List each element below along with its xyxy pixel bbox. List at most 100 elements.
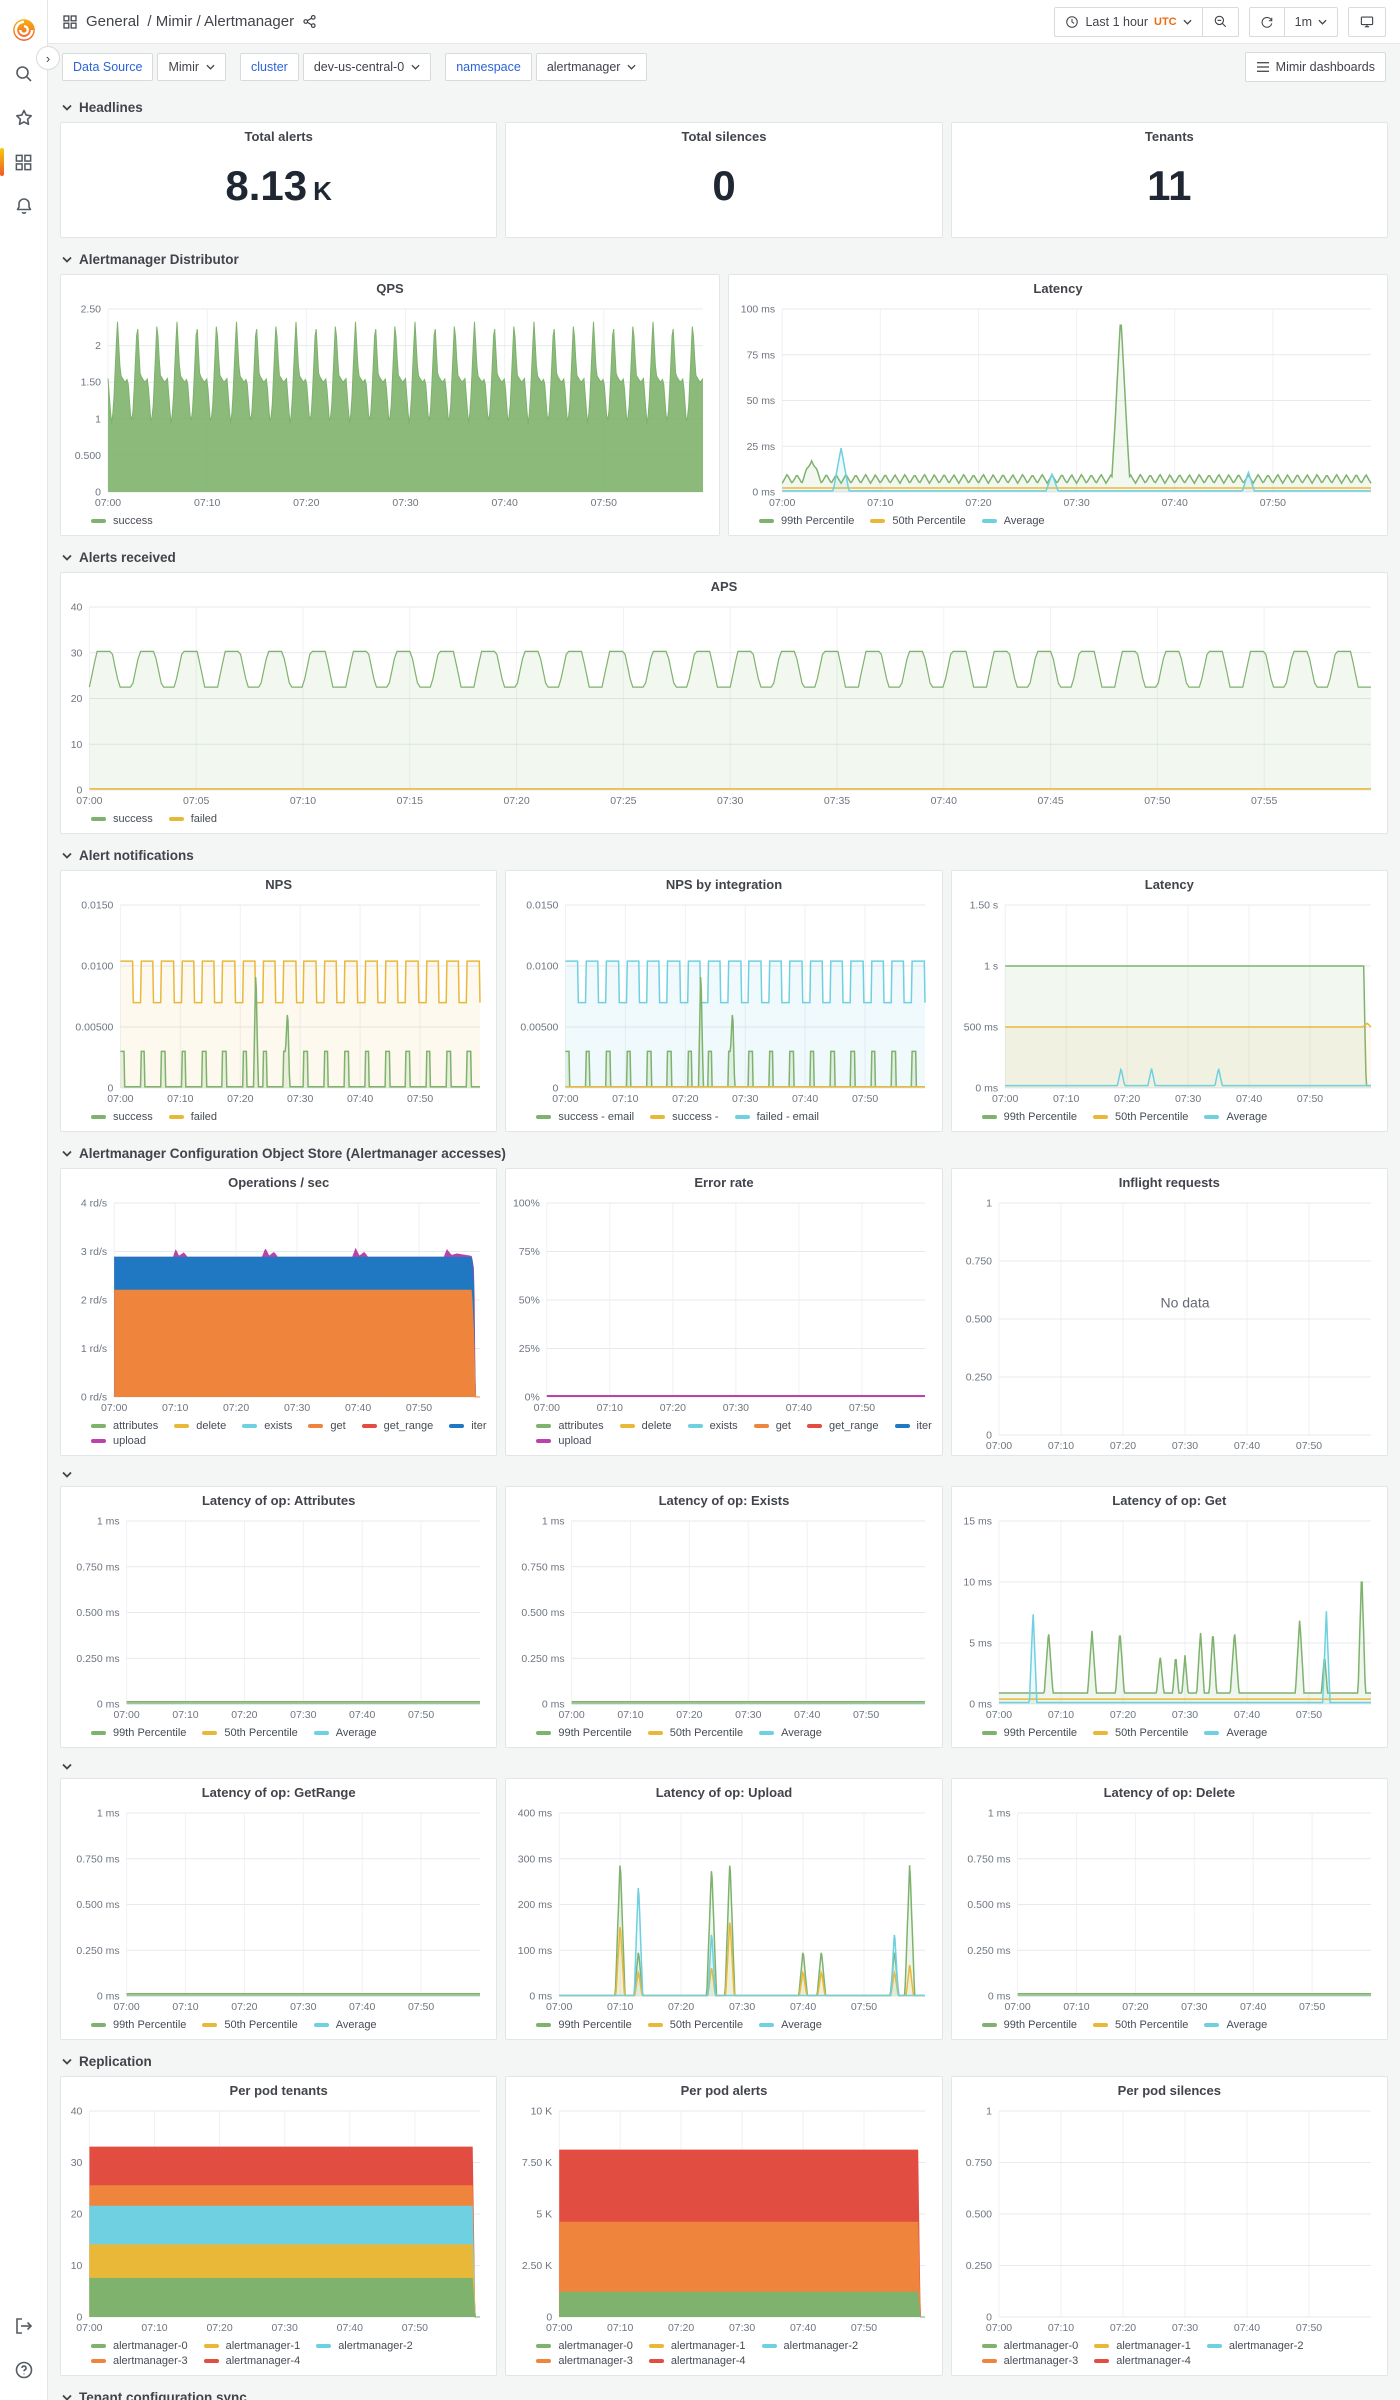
breadcrumb-section[interactable]: General (86, 13, 139, 30)
qps-chart[interactable]: 0 0.500 1 1.50 2 2.50 07:00 07:10 07:20 07:30 07:4… (63, 301, 711, 512)
nps-chart[interactable]: 0 0.00500 0.0100 0.0150 07:00 07:10 07:20 07:30… (63, 897, 488, 1108)
latency-op-attributes-chart[interactable]: 0 ms 0.250 ms 0.500 ms 0.750 ms 1 ms 07:00 07:… (63, 1513, 488, 1724)
nps-by-integration-chart[interactable]: 0 0.00500 0.0100 0.0150 07:00 07:10 07:20 07:30… (508, 897, 933, 1108)
section-header-untitled[interactable] (62, 1464, 1388, 1484)
panel-title[interactable]: Inflight requests (952, 1169, 1387, 1195)
panel-title[interactable]: Latency of op: Delete (952, 1779, 1387, 1805)
legend-item[interactable]: delete (619, 1420, 672, 1432)
legend-item[interactable]: get (308, 1420, 346, 1432)
legend-item[interactable]: alertmanager-4 (648, 2355, 746, 2367)
sign-out-icon[interactable] (4, 2304, 44, 2348)
help-icon[interactable] (4, 2348, 44, 2392)
legend-item[interactable]: 99th Percentile (759, 515, 854, 527)
legend-item[interactable]: upload (91, 1435, 146, 1447)
legend-item[interactable]: attributes (536, 1420, 604, 1432)
legend-item[interactable]: alertmanager-1 (1094, 2340, 1191, 2352)
star-icon[interactable] (4, 96, 44, 140)
legend-item[interactable]: 99th Percentile (536, 2019, 632, 2031)
legend-item[interactable]: get_range (806, 1420, 879, 1432)
legend-item[interactable]: 99th Percentile (981, 1727, 1077, 1739)
ops-per-sec-chart[interactable]: 0 rd/s 1 rd/s 2 rd/s 3 rd/s 4 rd/s 07:00 07:10… (63, 1195, 488, 1417)
legend-item[interactable]: alertmanager-2 (761, 2340, 858, 2352)
section-header-untitled[interactable] (62, 1756, 1388, 1776)
panel-title[interactable]: Per pod alerts (506, 2077, 941, 2103)
legend-item[interactable]: 99th Percentile (91, 1727, 186, 1739)
share-icon[interactable] (302, 14, 317, 29)
panel-title[interactable]: Latency of op: Get (952, 1487, 1387, 1513)
panel-title[interactable]: NPS (61, 871, 496, 897)
legend-item[interactable]: 50th Percentile (1093, 1111, 1188, 1123)
aps-chart[interactable]: 0 10 20 30 40 07:00 07:05 07:10 07:15 07:20 07:25 0… (63, 599, 1379, 810)
latency-op-upload-chart[interactable]: 0 ms 100 ms 200 ms 300 ms 400 ms 07:00 07:10 07… (508, 1805, 933, 2016)
legend-item[interactable]: success - email (536, 1111, 634, 1123)
legend-item[interactable]: alertmanager-1 (648, 2340, 746, 2352)
legend-item[interactable]: alertmanager-0 (536, 2340, 633, 2352)
error-rate-chart[interactable]: 0% 25% 50% 75% 100% 07:00 07:10 07:20 07:30 07:40… (508, 1195, 933, 1417)
panel-title[interactable]: Latency of op: GetRange (61, 1779, 496, 1805)
variable-value-dropdown[interactable]: alertmanager (535, 53, 648, 81)
panel-title[interactable]: Latency of op: Attributes (61, 1487, 496, 1513)
section-header-tenant-configuration-sync[interactable]: Tenant configuration sync (62, 2384, 1388, 2400)
legend-item[interactable]: upload (536, 1435, 591, 1447)
legend-item[interactable]: iter (449, 1420, 486, 1432)
panel-title[interactable]: Latency (952, 871, 1387, 897)
latency-op-delete-chart[interactable]: 0 ms 0.250 ms 0.500 ms 0.750 ms 1 ms 07:00 07:… (954, 1805, 1379, 2016)
legend-item[interactable]: alertmanager-4 (203, 2355, 300, 2367)
legend-item[interactable]: Average (313, 1727, 377, 1739)
legend-item[interactable]: 99th Percentile (981, 1111, 1077, 1123)
legend-item[interactable]: Average (981, 515, 1045, 527)
panel-title[interactable]: Latency of op: Exists (506, 1487, 941, 1513)
legend-item[interactable]: alertmanager-1 (203, 2340, 300, 2352)
legend-item[interactable]: failed (168, 1111, 217, 1123)
panel-title[interactable]: Total alerts (61, 123, 496, 149)
legend-item[interactable]: iter (894, 1420, 932, 1432)
sidebar-expand-button[interactable]: › (36, 46, 60, 70)
legend-item[interactable]: 99th Percentile (536, 1727, 632, 1739)
legend-item[interactable]: alertmanager-0 (981, 2340, 1078, 2352)
panel-title[interactable]: Error rate (506, 1169, 941, 1195)
per-pod-tenants-chart[interactable]: 0 10 20 30 40 07:00 07:10 07:20 07:30 07:40 07:50 (63, 2103, 488, 2337)
legend-item[interactable]: Average (759, 1727, 822, 1739)
legend-item[interactable]: Average (1204, 1111, 1267, 1123)
legend-item[interactable]: alertmanager-4 (1094, 2355, 1191, 2367)
latency-notifications-chart[interactable]: 0 ms 500 ms 1 s 1.50 s 07:00 07:10 07:20 07:30 0… (954, 897, 1379, 1108)
legend-item[interactable]: 99th Percentile (981, 2019, 1077, 2031)
legend-item[interactable]: Average (1204, 1727, 1267, 1739)
legend-item[interactable]: get (753, 1420, 791, 1432)
legend-item[interactable]: 50th Percentile (202, 2019, 298, 2031)
section-header-alertmanager-configuration-object-store-alertmanager-accesses[interactable]: Alertmanager Configuration Object Store … (62, 1140, 1388, 1166)
legend-item[interactable]: failed - email (734, 1111, 819, 1123)
legend-item[interactable]: 50th Percentile (1093, 1727, 1188, 1739)
legend-item[interactable]: alertmanager-3 (536, 2355, 633, 2367)
panel-title[interactable]: NPS by integration (506, 871, 941, 897)
legend-item[interactable]: 99th Percentile (91, 2019, 186, 2031)
legend-item[interactable]: 50th Percentile (647, 2019, 743, 2031)
inflight-requests-chart[interactable]: 0 0.250 0.500 0.750 1 07:00 07:10 07:20 07:30 07:… (954, 1195, 1379, 1455)
legend-item[interactable]: 50th Percentile (202, 1727, 298, 1739)
panel-title[interactable]: QPS (61, 275, 719, 301)
panel-title[interactable]: APS (61, 573, 1387, 599)
legend-item[interactable]: Average (759, 2019, 822, 2031)
legend-item[interactable]: get_range (361, 1420, 433, 1432)
legend-item[interactable]: Average (313, 2019, 377, 2031)
latency-op-exists-chart[interactable]: 0 ms 0.250 ms 0.500 ms 0.750 ms 1 ms 07:00 07:… (508, 1513, 933, 1724)
section-header-headlines[interactable]: Headlines (62, 94, 1388, 120)
variable-value-dropdown[interactable]: dev-us-central-0 (302, 53, 432, 81)
panel-title[interactable]: Total silences (506, 123, 941, 149)
refresh-interval-picker[interactable]: 1m (1283, 7, 1337, 36)
per-pod-alerts-chart[interactable]: 0 2.50 K5 K 7.50 K 10 K 07:00 07:10 07:20 07:30… (508, 2103, 933, 2337)
legend-item[interactable]: alertmanager-3 (981, 2355, 1078, 2367)
refresh-button[interactable] (1250, 8, 1284, 36)
legend-item[interactable]: success - (650, 1111, 719, 1123)
section-header-alert-notifications[interactable]: Alert notifications (62, 842, 1388, 868)
legend-item[interactable]: alertmanager-2 (316, 2340, 413, 2352)
panel-title[interactable]: Latency (729, 275, 1387, 301)
section-header-replication[interactable]: Replication (62, 2048, 1388, 2074)
legend-item[interactable]: Average (1204, 2019, 1267, 2031)
legend-item[interactable]: exists (687, 1420, 738, 1432)
legend-item[interactable]: 50th Percentile (647, 1727, 743, 1739)
panel-title[interactable]: Per pod silences (952, 2077, 1387, 2103)
legend-item[interactable]: exists (242, 1420, 292, 1432)
latency-op-get-chart[interactable]: 0 ms 5 ms 10 ms 15 ms 07:00 07:10 07:20 07:30 07… (954, 1513, 1379, 1724)
panel-title[interactable]: Latency of op: Upload (506, 1779, 941, 1805)
